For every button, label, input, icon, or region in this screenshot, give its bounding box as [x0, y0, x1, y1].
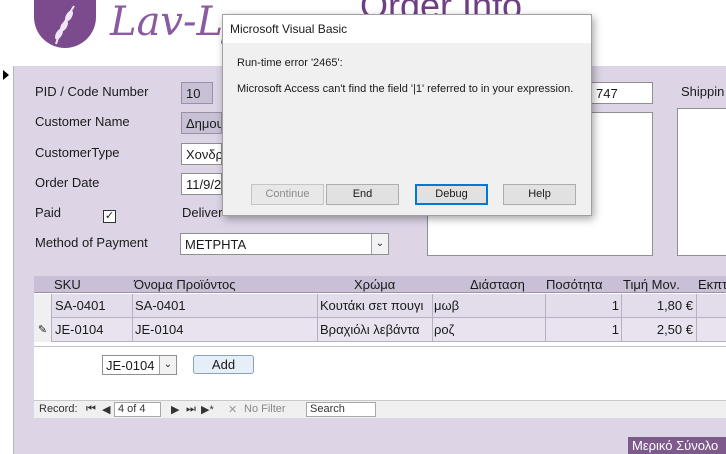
customer-type-label: CustomerType — [35, 145, 120, 160]
record-position-input[interactable]: 4 of 4 — [114, 402, 161, 417]
no-filter-button[interactable]: No Filter — [244, 403, 286, 415]
record-label: Record: — [39, 403, 78, 415]
order-lines-subform: SKU Όνομα Προϊόντος Χρώμα Διάσταση Ποσότ… — [34, 276, 726, 346]
lavender-logo-icon — [34, 0, 96, 48]
last-record-icon[interactable]: ⏭ — [186, 403, 196, 416]
cell-product-name[interactable]: JE-0104 — [135, 322, 315, 337]
product-combo[interactable]: JE-0104 ⌄ — [102, 355, 177, 375]
vba-error-dialog: Microsoft Visual Basic Run-time error '2… — [222, 14, 592, 216]
search-input[interactable]: Search — [306, 402, 376, 417]
row-selector[interactable] — [34, 294, 52, 318]
cell-unit-price[interactable]: 2,50 € — [623, 322, 693, 337]
payment-method-label: Method of Payment — [35, 235, 148, 250]
delivered-label: Delivered — [182, 205, 222, 220]
record-navigation-bar: Record: ⏮ ◀ 4 of 4 ▶ ⏭ ▶* ✕ No Filter Se… — [34, 400, 726, 418]
customer-name-field[interactable]: Δημουλ — [181, 112, 222, 134]
shipping-textbox[interactable] — [677, 108, 726, 256]
pencil-icon[interactable]: ✎ — [34, 318, 52, 342]
chevron-down-icon[interactable]: ⌄ — [371, 234, 388, 254]
help-button[interactable]: Help — [503, 184, 576, 205]
current-record-arrow-icon — [3, 70, 9, 80]
column-header-color[interactable]: Χρώμα — [354, 276, 395, 293]
paid-checkbox[interactable]: ✓ — [103, 210, 116, 223]
order-date-field[interactable]: 11/9/20 — [181, 173, 222, 195]
paid-label: Paid — [35, 205, 62, 220]
cell-unit-price[interactable]: 1,80 € — [623, 298, 693, 313]
column-header-product-name[interactable]: Όνομα Προϊόντος — [134, 276, 236, 293]
cell-product-name[interactable]: SA-0401 — [135, 298, 315, 313]
cell-sku[interactable]: SA-0401 — [55, 298, 131, 313]
record-selector[interactable] — [0, 66, 14, 454]
cell-color[interactable]: Κουτάκι σετ πουγι — [320, 298, 432, 313]
dialog-title: Microsoft Visual Basic — [223, 15, 591, 43]
column-header-unit-price[interactable]: Τιμή Μον. — [623, 276, 680, 293]
pid-field[interactable]: 10 — [181, 82, 213, 104]
table-row[interactable]: SA-0401 SA-0401 Κουτάκι σετ πουγι μωβ 1 … — [34, 294, 726, 318]
debug-button[interactable]: Debug — [415, 184, 488, 205]
chevron-down-icon[interactable]: ⌄ — [159, 356, 176, 374]
first-record-icon[interactable]: ⏮ — [86, 403, 96, 416]
column-header-sku[interactable]: SKU — [54, 276, 81, 293]
phone-field[interactable]: 747 — [592, 82, 653, 104]
end-button[interactable]: End — [326, 184, 399, 205]
subform-footer: JE-0104 ⌄ Add — [34, 346, 726, 400]
order-date-label: Order Date — [35, 175, 100, 190]
next-record-icon[interactable]: ▶ — [171, 403, 179, 416]
pid-label: PID / Code Number — [35, 84, 149, 99]
product-combo-value: JE-0104 — [106, 358, 155, 373]
subtotal-label: Μερικό Σύνολο — [628, 437, 726, 454]
cell-quantity[interactable]: 1 — [547, 322, 619, 337]
cell-quantity[interactable]: 1 — [547, 298, 619, 313]
shipping-label: Shippin — [681, 84, 725, 99]
customer-name-label: Customer Name — [35, 114, 130, 129]
grid-header: SKU Όνομα Προϊόντος Χρώμα Διάσταση Ποσότ… — [34, 276, 726, 293]
cell-dimension[interactable]: μωβ — [434, 298, 544, 313]
column-header-quantity[interactable]: Ποσότητα — [546, 276, 603, 293]
customer-type-field[interactable]: Χονδρι — [181, 143, 222, 165]
error-code-text: Run-time error '2465': — [237, 57, 343, 69]
payment-method-combo[interactable]: ΜΕΤΡΗΤΑ ⌄ — [180, 233, 389, 255]
cell-color[interactable]: Βραχιόλι λεβάντα — [320, 322, 432, 337]
payment-method-value: ΜΕΤΡΗΤΑ — [185, 237, 247, 252]
new-record-icon[interactable]: ▶* — [201, 403, 214, 416]
column-header-dimension[interactable]: Διάσταση — [470, 276, 525, 293]
continue-button: Continue — [251, 184, 324, 205]
filter-icon: ✕ — [228, 404, 238, 416]
table-row[interactable]: ✎ JE-0104 JE-0104 Βραχιόλι λεβάντα ροζ 1… — [34, 318, 726, 342]
cell-dimension[interactable]: ροζ — [434, 322, 544, 337]
error-message-text: Microsoft Access can't find the field '|… — [237, 83, 574, 95]
column-header-discount[interactable]: Εκπτ — [698, 276, 726, 293]
add-button[interactable]: Add — [193, 355, 254, 374]
cell-sku[interactable]: JE-0104 — [55, 322, 131, 337]
previous-record-icon[interactable]: ◀ — [102, 403, 110, 416]
